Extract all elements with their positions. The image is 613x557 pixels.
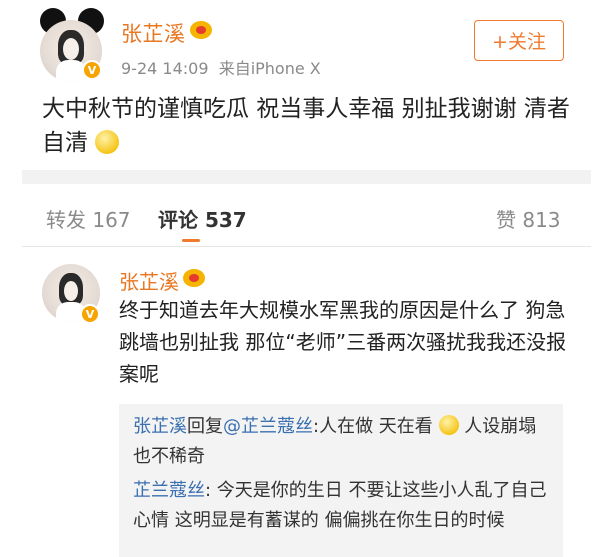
- reply-item: 张芷溪回复@芷兰蔻丝:人在做 天在看 人设崩塌也不稀奇: [133, 412, 549, 472]
- follow-button[interactable]: +关注: [474, 20, 564, 61]
- reply-user[interactable]: 芷兰蔻丝: [133, 480, 205, 501]
- like-label: 赞: [496, 208, 516, 232]
- smile-emoji-icon: [95, 130, 120, 154]
- crown-badge-icon: [183, 269, 205, 287]
- active-tab-indicator: [182, 239, 200, 242]
- comment-author-avatar[interactable]: V: [42, 264, 102, 328]
- verified-icon: V: [82, 60, 102, 80]
- interaction-tabs: 转发 167 评论 537 赞 813: [0, 196, 613, 242]
- post-meta: 9-24 14:09 来自iPhone X: [121, 55, 321, 79]
- smile-emoji-icon: [438, 415, 459, 435]
- author-avatar[interactable]: V: [38, 8, 106, 82]
- comment-count: 537: [204, 208, 247, 232]
- reply-mention[interactable]: @芷兰蔻丝: [223, 416, 313, 437]
- reply-user[interactable]: 张芷溪: [133, 416, 187, 437]
- comment-author-text[interactable]: 张芷溪: [119, 270, 179, 294]
- repost-count: 167: [92, 208, 131, 232]
- post-time: 9-24 14:09: [121, 59, 209, 78]
- section-divider: [22, 170, 591, 184]
- replies-box[interactable]: 张芷溪回复@芷兰蔻丝:人在做 天在看 人设崩塌也不稀奇 芷兰蔻丝: 今天是你的生…: [119, 404, 563, 557]
- tabs-divider: [22, 246, 591, 247]
- author-name-text[interactable]: 张芷溪: [121, 22, 186, 46]
- tab-repost[interactable]: 转发 167: [46, 204, 131, 233]
- post-text: 大中秋节的谨慎吃瓜 祝当事人幸福 别扯我谢谢 清者自清: [42, 92, 587, 160]
- like-count: 813: [522, 208, 561, 232]
- comment-text: 终于知道去年大规模水军黑我的原因是什么了 狗急跳墙也别扯我 那位“老师”三番两次…: [119, 298, 567, 386]
- comment-author-name[interactable]: 张芷溪: [119, 266, 205, 295]
- verified-icon: V: [80, 304, 100, 324]
- post-source: 来自iPhone X: [218, 59, 321, 78]
- post-text-content: 大中秋节的谨慎吃瓜 祝当事人幸福 别扯我谢谢 清者自清: [42, 96, 570, 156]
- crown-badge-icon: [189, 21, 212, 39]
- reply-item: 芷兰蔻丝: 今天是你的生日 不要让这些小人乱了自己心情 这明显是有蓄谋的 偏偏挑…: [133, 476, 549, 536]
- comment-label: 评论: [158, 208, 198, 232]
- repost-label: 转发: [46, 208, 86, 232]
- post-author-name[interactable]: 张芷溪: [121, 18, 212, 48]
- reply-text: :人在做 天在看: [313, 416, 433, 437]
- post-header: V 张芷溪 9-24 14:09 来自iPhone X +关注: [0, 0, 613, 88]
- reply-connector: 回复: [187, 416, 223, 437]
- tab-likes[interactable]: 赞 813: [496, 204, 561, 233]
- tab-comments[interactable]: 评论 537: [158, 204, 247, 233]
